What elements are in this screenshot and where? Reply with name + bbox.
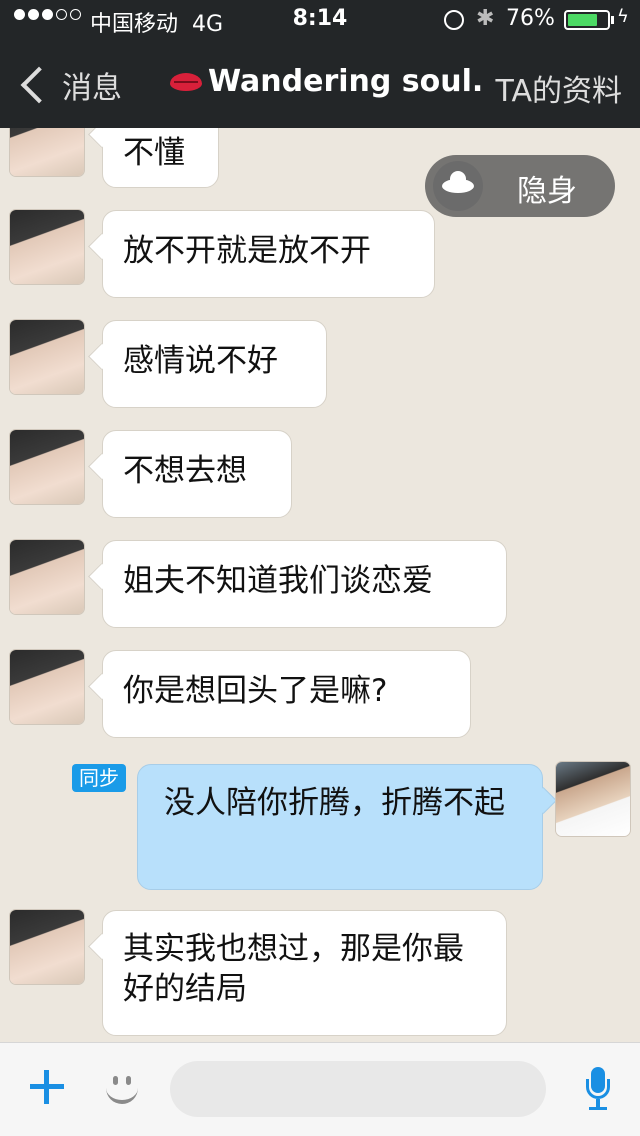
chevron-left-icon: [20, 66, 58, 104]
smile-icon: [106, 1078, 138, 1104]
chat-title: Wandering soul.: [170, 64, 483, 99]
emoji-button[interactable]: [104, 1070, 140, 1106]
ufo-body: [442, 179, 474, 193]
message-bubble: 不懂: [102, 128, 219, 188]
battery-level: [568, 14, 597, 26]
user-avatar[interactable]: [556, 762, 630, 836]
input-bar: [0, 1042, 640, 1136]
battery-icon: [564, 10, 610, 30]
contact-avatar[interactable]: [10, 650, 84, 724]
contact-avatar[interactable]: [10, 210, 84, 284]
battery-percent: 76%: [506, 6, 555, 31]
lips-icon: [170, 72, 202, 91]
contact-avatar[interactable]: [10, 910, 84, 984]
contact-avatar[interactable]: [10, 540, 84, 614]
message-input[interactable]: [170, 1061, 546, 1117]
contact-avatar[interactable]: [10, 430, 84, 504]
voice-button[interactable]: [584, 1067, 612, 1113]
message-bubble: 其实我也想过，那是你最好的结局: [102, 910, 507, 1036]
rotation-lock-icon: [444, 10, 464, 30]
charging-icon: ϟ: [617, 6, 629, 27]
message-bubble: 姐夫不知道我们谈恋爱: [102, 540, 507, 628]
back-button[interactable]: 消息: [14, 62, 122, 108]
battery-tip: [611, 16, 614, 24]
microphone-arc: [586, 1079, 610, 1099]
message-bubble: 不想去想: [102, 430, 292, 518]
bluetooth-icon: ✱: [476, 6, 495, 31]
sync-badge: 同步: [72, 764, 126, 792]
top-bar: 中国移动 4G 8:14 ✱ 76% ϟ 消息 Wandering soul. …: [0, 0, 640, 128]
back-label: 消息: [62, 71, 122, 106]
status-bar: 中国移动 4G 8:14 ✱ 76% ϟ: [0, 0, 640, 40]
message-bubble: 你是想回头了是嘛?: [102, 650, 471, 738]
add-button[interactable]: [30, 1070, 64, 1104]
contact-avatar[interactable]: [10, 320, 84, 394]
ufo-icon: [433, 161, 483, 211]
profile-button[interactable]: TA的资料: [495, 66, 622, 110]
message-bubble-outgoing: 没人陪你折腾，折腾不起: [137, 764, 543, 890]
contact-avatar[interactable]: [10, 128, 84, 176]
microphone-stem: [596, 1099, 600, 1107]
stealth-toggle[interactable]: 隐身: [425, 155, 615, 217]
microphone-base: [589, 1107, 607, 1110]
message-bubble: 放不开就是放不开: [102, 210, 435, 298]
chat-area[interactable]: 不懂 隐身 放不开就是放不开 感情说不好 不想去想 姐夫不知道我们谈恋爱 你是想…: [0, 128, 640, 1042]
stealth-label: 隐身: [517, 174, 577, 209]
chat-title-text: Wandering soul.: [208, 64, 484, 99]
message-bubble: 感情说不好: [102, 320, 327, 408]
